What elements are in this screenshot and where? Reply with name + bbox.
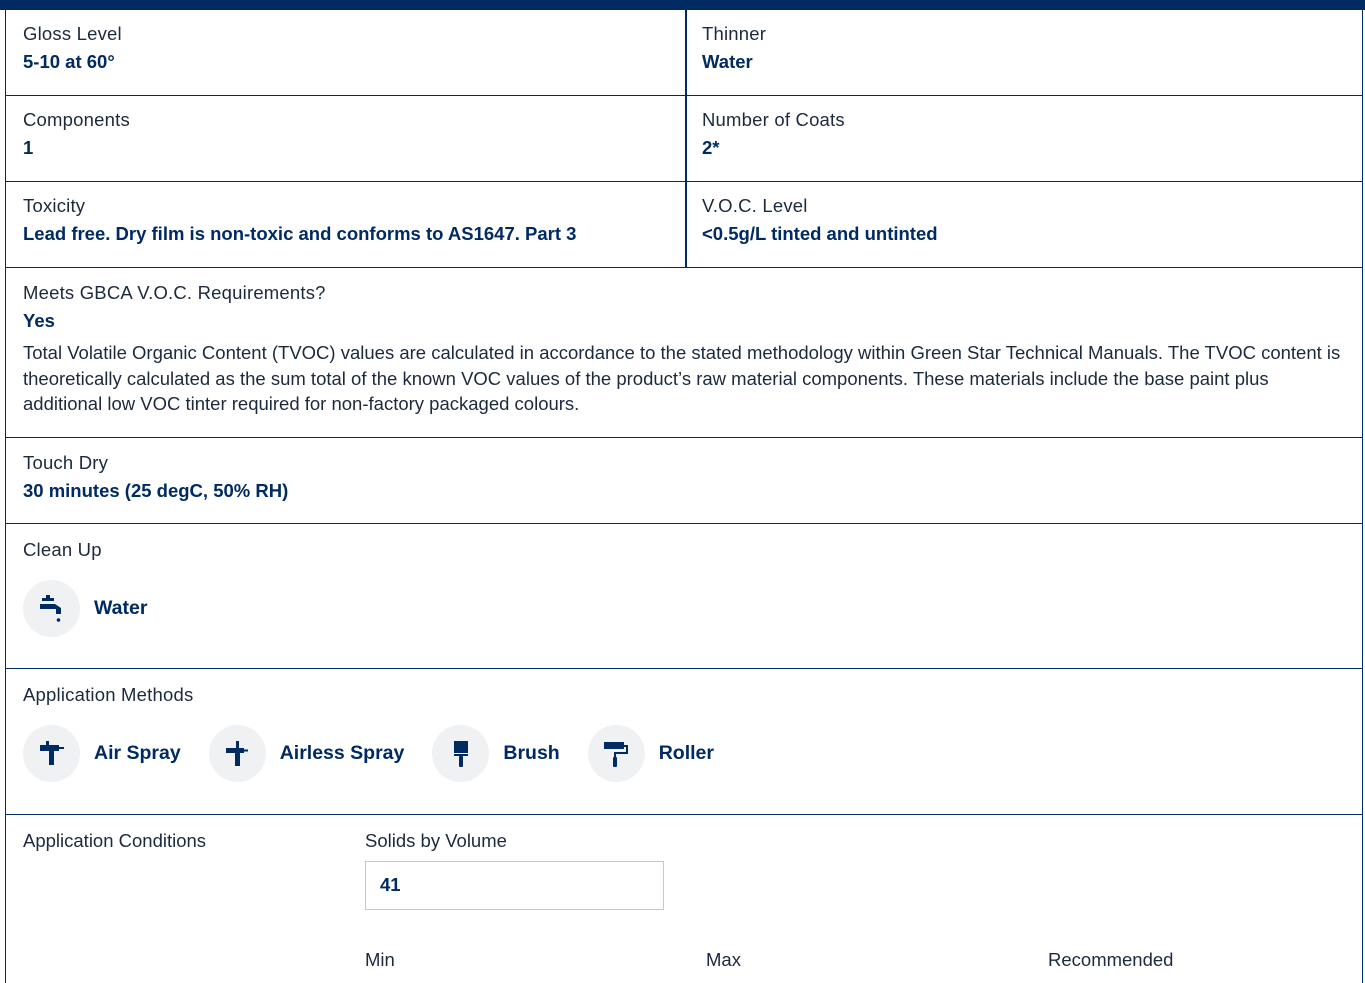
method-brush-label: Brush [503,742,560,764]
gbca-cell: Meets GBCA V.O.C. Requirements? Yes Tota… [6,268,1362,438]
method-airless-spray: Airless Spray [208,725,405,782]
air-spray-gun-icon [23,725,80,782]
coats-value: 2* [702,137,720,158]
max-column-header: Max [706,949,741,970]
roller-icon [587,725,645,782]
components-label: Components [23,109,130,130]
application-methods-icons: Air Spray Airless Spray Brush Roller [23,725,1362,782]
application-methods-label: Application Methods [23,684,194,705]
method-air-spray: Air Spray [23,725,181,782]
method-air-spray-label: Air Spray [94,742,181,764]
tap-icon [23,580,80,637]
voc-cell: V.O.C. Level <0.5g/L tinted and untinted [685,182,1364,268]
method-roller-label: Roller [658,742,714,764]
voc-value: <0.5g/L tinted and untinted [702,223,938,244]
solids-by-volume-label: Solids by Volume [365,830,507,851]
airless-spray-gun-icon [208,725,266,782]
row-gloss-thinner: Gloss Level 5-10 at 60° Thinner Water [5,10,1363,97]
toxicity-cell: Toxicity Lead free. Dry film is non-toxi… [6,182,685,268]
toxicity-value: Lead free. Dry film is non-toxic and con… [23,223,577,244]
clean-up-water-label: Water [94,597,148,619]
touch-dry-cell: Touch Dry 30 minutes (25 degC, 50% RH) [6,438,1362,524]
method-airless-spray-label: Airless Spray [279,742,405,764]
components-value: 1 [23,137,34,158]
gbca-value: Yes [23,310,55,331]
clean-up-icons: Water [23,580,1362,637]
voc-label: V.O.C. Level [702,195,808,216]
method-brush: Brush [432,725,560,782]
toxicity-label: Toxicity [23,195,86,216]
clean-up-cell: Clean Up Water [6,524,1362,669]
method-roller: Roller [587,725,714,782]
touch-dry-value: 30 minutes (25 degC, 50% RH) [23,480,289,501]
gloss-level-label: Gloss Level [23,23,122,44]
clean-up-label: Clean Up [23,539,102,560]
gloss-level-cell: Gloss Level 5-10 at 60° [6,10,685,96]
clean-up-item-water: Water [23,580,147,637]
row-toxicity-voc: Toxicity Lead free. Dry film is non-toxi… [5,181,1363,269]
application-methods-cell: Application Methods Air Spray Airless Sp… [6,669,1362,815]
coats-label: Number of Coats [702,109,845,130]
row-application-conditions: Application Conditions Solids by Volume … [5,814,1363,983]
touch-dry-label: Touch Dry [23,452,109,473]
recommended-column-header: Recommended [1048,949,1174,970]
gbca-note: Total Volatile Organic Content (TVOC) va… [23,342,1341,414]
thinner-cell: Thinner Water [685,10,1364,96]
thinner-label: Thinner [702,23,767,44]
row-touch-dry: Touch Dry 30 minutes (25 degC, 50% RH) [5,437,1363,525]
top-bar [0,0,1365,10]
row-clean-up: Clean Up Water [5,523,1363,670]
coats-cell: Number of Coats 2* [685,96,1364,182]
row-gbca: Meets GBCA V.O.C. Requirements? Yes Tota… [5,267,1363,439]
thinner-value: Water [702,51,753,72]
row-application-methods: Application Methods Air Spray Airless Sp… [5,668,1363,816]
solids-by-volume-field[interactable]: 41 [365,861,664,910]
min-column-header: Min [365,949,395,970]
components-cell: Components 1 [6,96,685,182]
application-conditions-label: Application Conditions [23,830,207,851]
brush-icon [432,725,490,782]
gbca-label: Meets GBCA V.O.C. Requirements? [23,282,326,303]
row-components-coats: Components 1 Number of Coats 2* [5,95,1363,183]
gloss-level-value: 5-10 at 60° [23,51,115,72]
